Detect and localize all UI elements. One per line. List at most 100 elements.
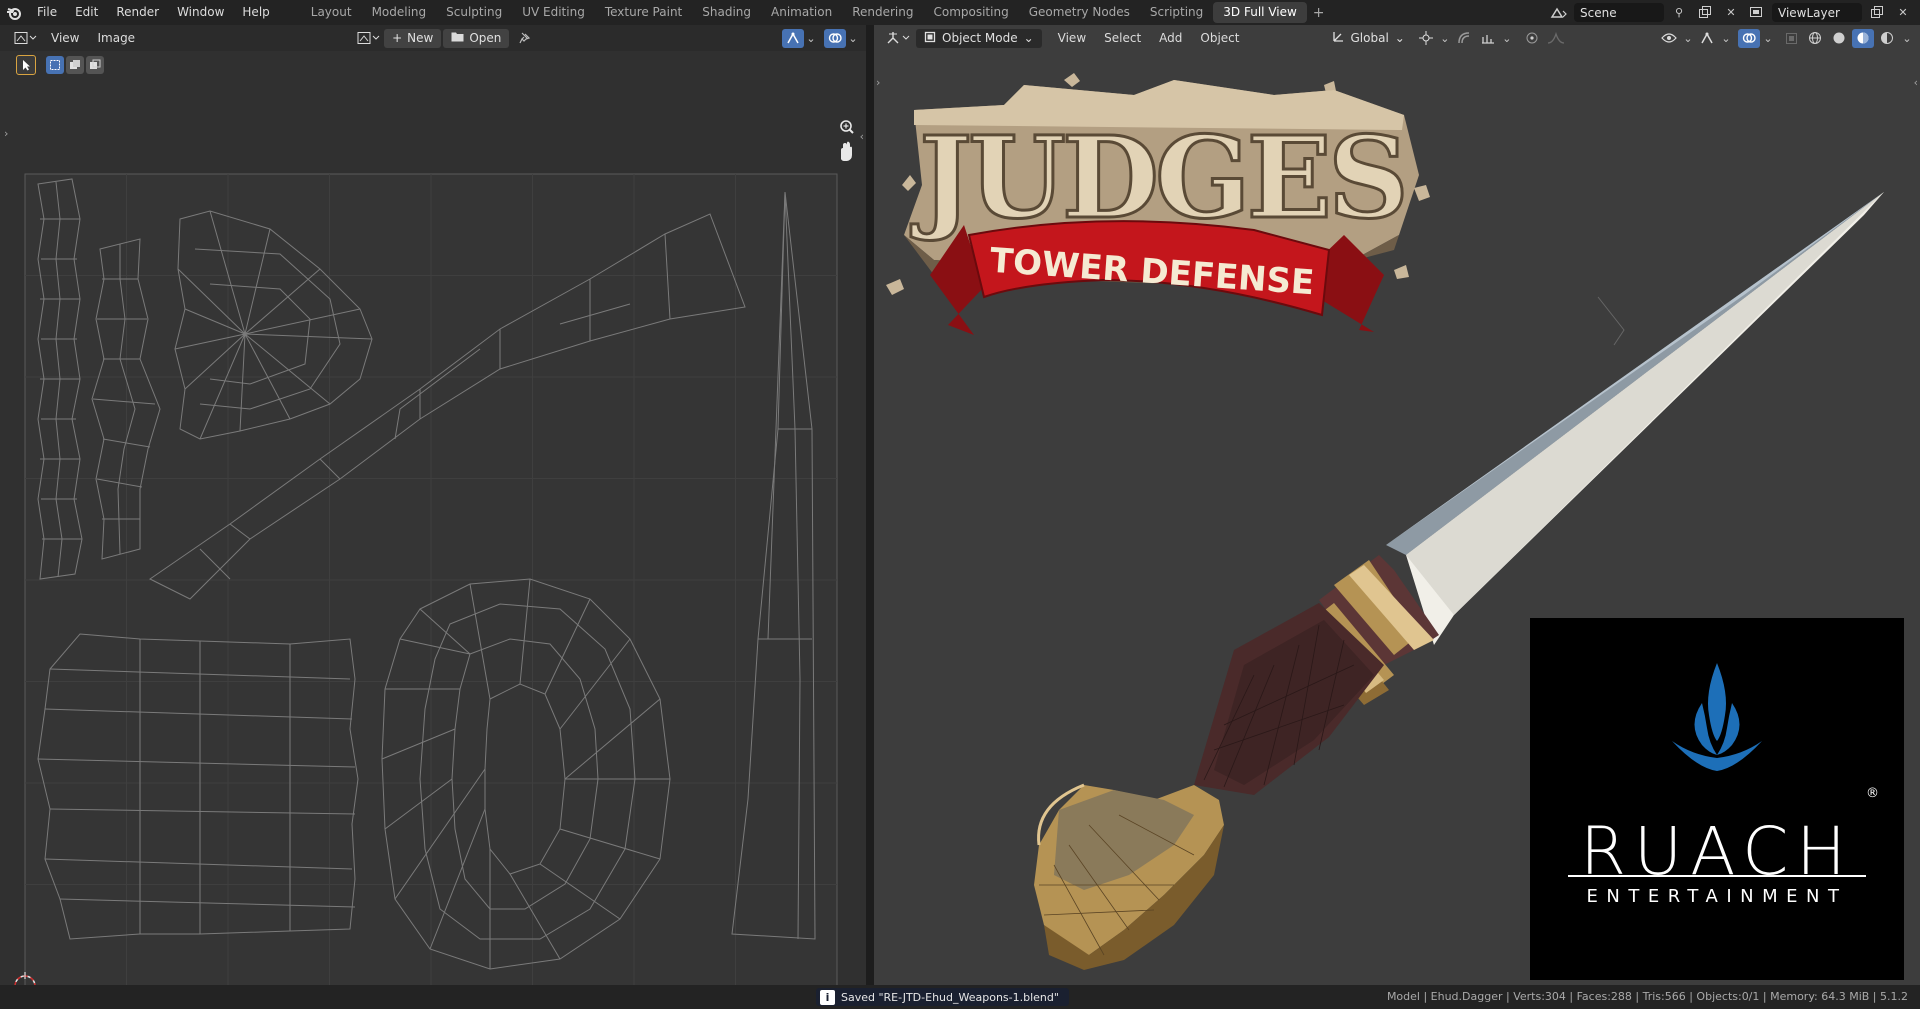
delete-scene-icon[interactable]: ✕ xyxy=(1720,3,1742,22)
visibility-icon[interactable] xyxy=(1658,29,1680,48)
gizmo-toggle-icon[interactable] xyxy=(1696,29,1718,48)
select-mode-new-icon[interactable] xyxy=(46,56,64,74)
pivot-point-icon[interactable] xyxy=(1415,29,1437,48)
new-image-label: New xyxy=(407,31,434,45)
toolbar-expand-icon[interactable]: › xyxy=(4,127,8,140)
viewport-header: Object Mode ⌄ View Select Add Object Glo… xyxy=(874,25,1920,51)
viewport-overlays-icon[interactable] xyxy=(1738,28,1760,48)
menu-edit[interactable]: Edit xyxy=(66,0,107,25)
select-tool-icon[interactable] xyxy=(16,55,36,75)
open-image-button[interactable]: Open xyxy=(443,28,510,48)
viewport-overlays-chevron-icon[interactable]: ⌄ xyxy=(1762,29,1774,48)
shading-solid-icon[interactable] xyxy=(1828,29,1850,48)
blender-logo-icon[interactable] xyxy=(0,0,28,25)
folder-icon xyxy=(451,31,464,45)
uv-menu-image[interactable]: Image xyxy=(88,31,144,45)
ruach-divider xyxy=(1568,875,1866,877)
shading-wireframe-icon[interactable] xyxy=(1804,29,1826,48)
viewport-menu-add[interactable]: Add xyxy=(1151,31,1190,45)
gizmo-chevron-icon[interactable]: ⌄ xyxy=(1720,29,1732,48)
object-mode-label: Object Mode xyxy=(942,31,1018,45)
tab-texture-paint[interactable]: Texture Paint xyxy=(595,2,692,23)
tab-geometry-nodes[interactable]: Geometry Nodes xyxy=(1019,2,1140,23)
viewport-menu-object[interactable]: Object xyxy=(1192,31,1247,45)
delete-view-layer-icon[interactable]: ✕ xyxy=(1892,3,1914,22)
sidebar-expand-icon[interactable]: ‹ xyxy=(860,130,864,143)
tab-sculpting[interactable]: Sculpting xyxy=(436,2,512,23)
editor-type-icon[interactable] xyxy=(10,29,42,48)
menu-help[interactable]: Help xyxy=(233,0,278,25)
viewport-toolbar-expand-icon[interactable]: › xyxy=(876,76,880,89)
xray-toggle-icon[interactable] xyxy=(1780,29,1802,48)
flame-logo-icon xyxy=(1672,663,1762,771)
menu-window[interactable]: Window xyxy=(168,0,233,25)
chevron-down-icon[interactable]: ⌄ xyxy=(804,29,818,48)
new-view-layer-icon[interactable] xyxy=(1866,3,1888,22)
shading-material-icon[interactable] xyxy=(1852,28,1874,48)
tab-animation[interactable]: Animation xyxy=(761,2,842,23)
scene-statistics: Model | Ehud.Dagger | Verts:304 | Faces:… xyxy=(1386,990,1908,1003)
uv-sync-selection-icon[interactable] xyxy=(782,28,804,48)
tab-rendering[interactable]: Rendering xyxy=(842,2,923,23)
tab-scripting[interactable]: Scripting xyxy=(1140,2,1213,23)
menu-file[interactable]: File xyxy=(28,0,66,25)
pin-scene-icon[interactable]: ⚲ xyxy=(1668,3,1690,22)
proportional-editing-icon[interactable] xyxy=(1521,29,1543,48)
status-message-text: Saved "RE-JTD-Ehud_Weapons-1.blend" xyxy=(841,990,1059,1004)
status-report[interactable]: i Saved "RE-JTD-Ehud_Weapons-1.blend" xyxy=(816,988,1069,1006)
orientation-icon xyxy=(1332,30,1345,46)
viewport-editor-type-icon[interactable] xyxy=(884,29,914,48)
scene-name-field[interactable]: Scene xyxy=(1574,3,1664,22)
judges-logo: JUDGES TOWER DEFENSE xyxy=(886,73,1430,335)
falloff-icon[interactable] xyxy=(1545,29,1567,48)
select-mode-subtract-icon[interactable] xyxy=(86,56,104,74)
viewport-sidebar-expand-icon[interactable]: ‹ xyxy=(1914,76,1918,89)
new-scene-icon[interactable] xyxy=(1694,3,1716,22)
pan-gizmo-icon[interactable] xyxy=(841,141,852,161)
overlays-icon[interactable] xyxy=(824,28,846,48)
info-icon: i xyxy=(820,989,835,1005)
tab-compositing[interactable]: Compositing xyxy=(923,2,1018,23)
uv-menu-view[interactable]: View xyxy=(42,31,88,45)
zoom-gizmo-icon[interactable] xyxy=(840,120,854,134)
3d-viewport-area: › ‹ JUDGES TOWER DEFENSE RUACH ® ENTERTA… xyxy=(874,25,1920,985)
tab-layout[interactable]: Layout xyxy=(301,2,362,23)
viewport-menu-select[interactable]: Select xyxy=(1096,31,1149,45)
new-image-button[interactable]: + New xyxy=(384,28,442,48)
object-mode-dropdown[interactable]: Object Mode ⌄ xyxy=(916,28,1042,48)
tab-3d-full-view[interactable]: 3D Full View xyxy=(1213,2,1307,23)
viewport-menu-view[interactable]: View xyxy=(1050,31,1094,45)
snap-target-icon[interactable] xyxy=(1477,29,1499,48)
uv-canvas[interactable]: › ‹ xyxy=(0,79,866,985)
registered-mark: ® xyxy=(1866,786,1879,801)
tab-shading[interactable]: Shading xyxy=(692,2,761,23)
tab-uv-editing[interactable]: UV Editing xyxy=(512,2,595,23)
image-browse-icon[interactable] xyxy=(354,29,384,48)
shading-chevron-icon[interactable]: ⌄ xyxy=(1900,29,1914,48)
scene-selector-icon[interactable] xyxy=(1548,3,1570,22)
view-layer-icon[interactable] xyxy=(1746,3,1768,22)
add-workspace-button[interactable]: + xyxy=(1307,5,1331,21)
transform-orientation-dropdown[interactable]: Global ⌄ xyxy=(1324,29,1413,48)
pin-image-icon[interactable] xyxy=(513,29,535,48)
shading-rendered-icon[interactable] xyxy=(1876,29,1898,48)
orientation-label: Global xyxy=(1350,31,1389,45)
overlays-chevron-icon[interactable]: ⌄ xyxy=(846,29,860,48)
plus-icon: + xyxy=(392,31,403,45)
menu-render[interactable]: Render xyxy=(107,0,168,25)
ruach-logo-box: RUACH ® ENTERTAINMENT xyxy=(1530,618,1904,980)
select-mode-extend-icon[interactable] xyxy=(66,56,84,74)
uv-grid xyxy=(24,173,838,985)
view-layer-field[interactable]: ViewLayer xyxy=(1772,3,1862,22)
orientation-chevron-icon: ⌄ xyxy=(1394,31,1405,45)
pivot-chevron-icon[interactable]: ⌄ xyxy=(1439,29,1451,48)
visibility-chevron-icon[interactable]: ⌄ xyxy=(1682,29,1694,48)
open-image-label: Open xyxy=(469,31,502,45)
snap-toggle-icon[interactable] xyxy=(1453,29,1475,48)
top-menubar: File Edit Render Window Help Layout Mode… xyxy=(0,0,1920,25)
uv-editor-header: View Image + New Open ⌄ ⌄ xyxy=(0,25,866,51)
uv-editor-area: View Image + New Open ⌄ ⌄ › ‹ xyxy=(0,25,870,985)
tab-modeling[interactable]: Modeling xyxy=(362,2,437,23)
uv-tool-row xyxy=(0,51,866,79)
snap-chevron-icon[interactable]: ⌄ xyxy=(1501,29,1513,48)
